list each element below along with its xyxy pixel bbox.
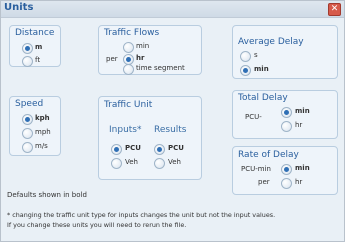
rate-of-delay-prefix: PCU-min [241,165,271,173]
avg-delay-s-label: s [254,51,258,59]
results-veh-radio[interactable] [154,158,165,169]
results-label: Results [154,125,187,135]
distance-label: Distance [15,28,55,38]
flows-segment-radio[interactable] [123,64,134,75]
inputs-label: Inputs* [109,125,142,135]
inputs-pcu-label: PCU [125,144,141,152]
defaults-note: Defaults shown in bold [7,191,87,199]
total-delay-prefix: PCU- [245,113,262,121]
total-delay-hr-label: hr [295,121,303,129]
inputs-veh-label: Veh [125,158,138,166]
flows-min-radio[interactable] [123,42,134,53]
results-pcu-label: PCU [168,144,184,152]
distance-m-radio[interactable] [22,43,33,54]
close-icon[interactable]: ✕ [328,3,341,16]
speed-label: Speed [15,99,44,109]
rate-delay-hr-radio[interactable] [281,178,292,189]
flows-segment-label: time segment [136,64,185,72]
results-pcu-radio[interactable] [154,144,165,155]
speed-ms-radio[interactable] [22,142,33,153]
inputs-pcu-radio[interactable] [111,144,122,155]
speed-mph-label: mph [35,128,51,136]
average-delay-label: Average Delay [238,37,304,47]
distance-m-label: m [35,43,43,51]
total-delay-min-label: min [295,107,310,115]
results-veh-label: Veh [168,158,181,166]
flows-hr-label: hr [136,54,145,62]
avg-delay-min-label: min [254,65,269,73]
speed-mph-radio[interactable] [22,128,33,139]
traffic-flows-label: Traffic Flows [104,28,160,38]
rate-delay-min-radio[interactable] [281,164,292,175]
rate-delay-min-label: min [295,164,310,172]
window-title: Units [4,2,34,13]
total-delay-min-radio[interactable] [281,107,292,118]
traffic-unit-label: Traffic Unit [104,100,153,110]
speed-ms-label: m/s [35,142,48,150]
flows-min-label: min [136,42,150,50]
footnote-line-2: If you change these units you will need … [7,221,187,229]
units-window: Units ✕ Distance m ft Speed kph mph m/s … [0,0,345,242]
inputs-veh-radio[interactable] [111,158,122,169]
total-delay-hr-radio[interactable] [281,121,292,132]
distance-ft-radio[interactable] [22,56,33,67]
avg-delay-s-radio[interactable] [240,51,251,62]
title-bar: Units ✕ [1,1,344,18]
speed-kph-radio[interactable] [22,114,33,125]
speed-kph-label: kph [35,114,50,122]
rate-of-delay-per: per [258,178,270,186]
distance-ft-label: ft [35,56,41,64]
rate-delay-hr-label: hr [295,178,303,186]
avg-delay-min-radio[interactable] [240,65,251,76]
traffic-flows-per: per [106,55,118,63]
total-delay-label: Total Delay [238,93,288,103]
footnote-line-1: * changing the traffic unit type for inp… [7,211,276,219]
rate-of-delay-label: Rate of Delay [238,150,299,160]
